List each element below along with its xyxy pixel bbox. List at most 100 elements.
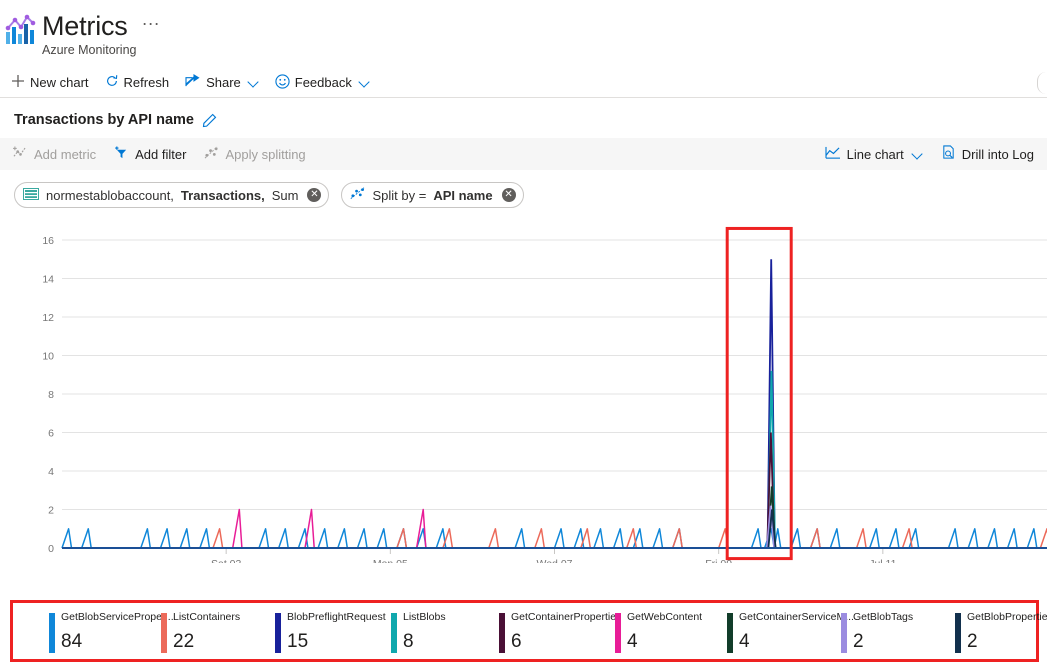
legend-color-swatch xyxy=(391,613,397,653)
resource-icon xyxy=(23,188,39,203)
apply-splitting-button[interactable]: Apply splitting xyxy=(197,142,312,167)
smiley-icon xyxy=(275,74,290,92)
transactions-line-chart[interactable]: 0246810121416Sat 03Mon 05Wed 07Fri 09Jul… xyxy=(0,218,1047,563)
chart-title-row: Transactions by API name xyxy=(0,98,1047,138)
legend-series-value: 22 xyxy=(173,629,240,655)
legend-item[interactable]: GetBlobServiceProper...84 xyxy=(49,609,159,655)
new-chart-label: New chart xyxy=(30,75,89,91)
legend-color-swatch xyxy=(841,613,847,653)
close-icon[interactable]: ✕ xyxy=(502,188,516,202)
legend-series-name: ListBlobs xyxy=(403,611,446,624)
legend-series-value: 6 xyxy=(511,629,621,655)
pencil-icon[interactable] xyxy=(202,113,217,128)
page-header: Metrics ··· Azure Monitoring xyxy=(0,0,1047,68)
y-axis-tick-label: 10 xyxy=(42,351,54,363)
y-axis-tick-label: 0 xyxy=(48,543,54,555)
chip-aggregation-label: Sum xyxy=(272,188,299,203)
x-axis-tick-label: Jul 11 xyxy=(869,558,896,563)
legend-color-swatch xyxy=(49,613,55,653)
series-line[interactable] xyxy=(62,529,1047,548)
split-chip[interactable]: Split by = API name ✕ xyxy=(341,182,523,208)
y-axis-tick-label: 14 xyxy=(42,274,54,286)
apply-splitting-label: Apply splitting xyxy=(225,147,305,162)
legend-color-swatch xyxy=(615,613,621,653)
chart-type-button[interactable]: Line chart xyxy=(818,142,930,167)
legend-color-swatch xyxy=(727,613,733,653)
legend-series-value: 2 xyxy=(967,629,1047,655)
legend-item[interactable]: GetContainerProperties6 xyxy=(499,609,615,655)
legend-series-name: GetBlobServiceProper... xyxy=(61,611,174,624)
chart-legend: GetBlobServiceProper...84ListContainers2… xyxy=(10,600,1039,662)
add-metric-label: Add metric xyxy=(34,147,96,162)
chevron-down-icon xyxy=(912,149,923,160)
add-filter-button[interactable]: Add filter xyxy=(107,142,193,167)
legend-color-swatch xyxy=(955,613,961,653)
panel-resize-handle[interactable] xyxy=(1037,72,1047,94)
line-chart-icon xyxy=(825,146,841,163)
share-label: Share xyxy=(206,75,241,91)
legend-series-value: 4 xyxy=(627,629,702,655)
legend-color-swatch xyxy=(499,613,505,653)
legend-series-name: GetBlobProperties xyxy=(967,611,1047,624)
chart-container[interactable]: 0246810121416Sat 03Mon 05Wed 07Fri 09Jul… xyxy=(0,218,1047,563)
legend-series-name: ListContainers xyxy=(173,611,240,624)
drill-into-logs-icon xyxy=(941,145,956,163)
drill-into-logs-button[interactable]: Drill into Log xyxy=(934,141,1041,167)
metric-chip[interactable]: normestablobaccount, Transactions, Sum ✕ xyxy=(14,182,329,208)
add-filter-icon xyxy=(114,146,129,163)
refresh-button[interactable]: Refresh xyxy=(98,71,177,94)
series-line[interactable] xyxy=(62,510,1047,549)
metrics-bar-chart-icon xyxy=(4,14,36,46)
y-axis-tick-label: 12 xyxy=(42,312,54,324)
legend-item[interactable]: GetBlobTags2 xyxy=(841,609,951,655)
chart-title: Transactions by API name xyxy=(14,112,194,128)
filter-chips: normestablobaccount, Transactions, Sum ✕… xyxy=(0,170,1047,218)
x-axis-tick-label: Sat 03 xyxy=(211,558,242,563)
legend-series-name: GetWebContent xyxy=(627,611,702,624)
x-axis-tick-label: Mon 05 xyxy=(373,558,408,563)
legend-item[interactable]: GetContainerServiceM...4 xyxy=(727,609,845,655)
legend-item[interactable]: ListBlobs8 xyxy=(391,609,491,655)
chevron-down-icon xyxy=(248,77,259,88)
add-metric-button[interactable]: Add metric xyxy=(6,142,103,167)
legend-item[interactable]: GetWebContent 4 xyxy=(615,609,725,655)
legend-series-name: BlobPreflightRequest xyxy=(287,611,386,624)
y-axis-tick-label: 6 xyxy=(48,428,54,440)
feedback-button[interactable]: Feedback xyxy=(268,71,377,95)
legend-item[interactable]: BlobPreflightRequest15 xyxy=(275,609,385,655)
more-options-button[interactable]: ··· xyxy=(142,17,160,35)
new-chart-button[interactable]: New chart xyxy=(4,71,96,94)
plus-icon xyxy=(11,74,25,91)
legend-series-value: 84 xyxy=(61,629,174,655)
chip-resource-label: normestablobaccount, xyxy=(46,188,174,203)
add-filter-label: Add filter xyxy=(135,147,186,162)
command-bar: New chart Refresh Share xyxy=(0,68,1047,98)
legend-color-swatch xyxy=(275,613,281,653)
legend-item[interactable]: ListContainers 22 xyxy=(161,609,271,655)
legend-series-name: GetContainerProperties xyxy=(511,611,621,624)
x-axis-tick-label: Wed 07 xyxy=(537,558,573,563)
share-icon xyxy=(185,74,201,91)
share-button[interactable]: Share xyxy=(178,71,266,94)
legend-color-swatch xyxy=(161,613,167,653)
legend-item[interactable]: GetBlobProperties 2 xyxy=(955,609,1047,655)
refresh-label: Refresh xyxy=(124,75,170,91)
legend-series-value: 4 xyxy=(739,629,854,655)
apply-splitting-icon xyxy=(204,146,219,163)
chip-split-value: API name xyxy=(433,188,492,203)
series-line[interactable] xyxy=(62,529,1047,548)
legend-series-name: GetContainerServiceM... xyxy=(739,611,854,624)
y-axis-tick-label: 16 xyxy=(42,235,54,247)
chevron-down-icon xyxy=(359,77,370,88)
title-block: Metrics ··· Azure Monitoring xyxy=(42,10,160,57)
splitting-icon xyxy=(350,187,365,203)
metric-toolbar: Add metric Add filter Apply splitting xyxy=(0,138,1047,170)
drill-into-logs-label: Drill into Log xyxy=(962,147,1034,162)
refresh-icon xyxy=(105,74,119,91)
legend-series-value: 2 xyxy=(853,629,913,655)
chip-split-prefix: Split by = xyxy=(372,188,426,203)
close-icon[interactable]: ✕ xyxy=(307,188,321,202)
y-axis-tick-label: 2 xyxy=(48,505,54,517)
feedback-label: Feedback xyxy=(295,75,352,91)
add-metric-icon xyxy=(13,146,28,163)
